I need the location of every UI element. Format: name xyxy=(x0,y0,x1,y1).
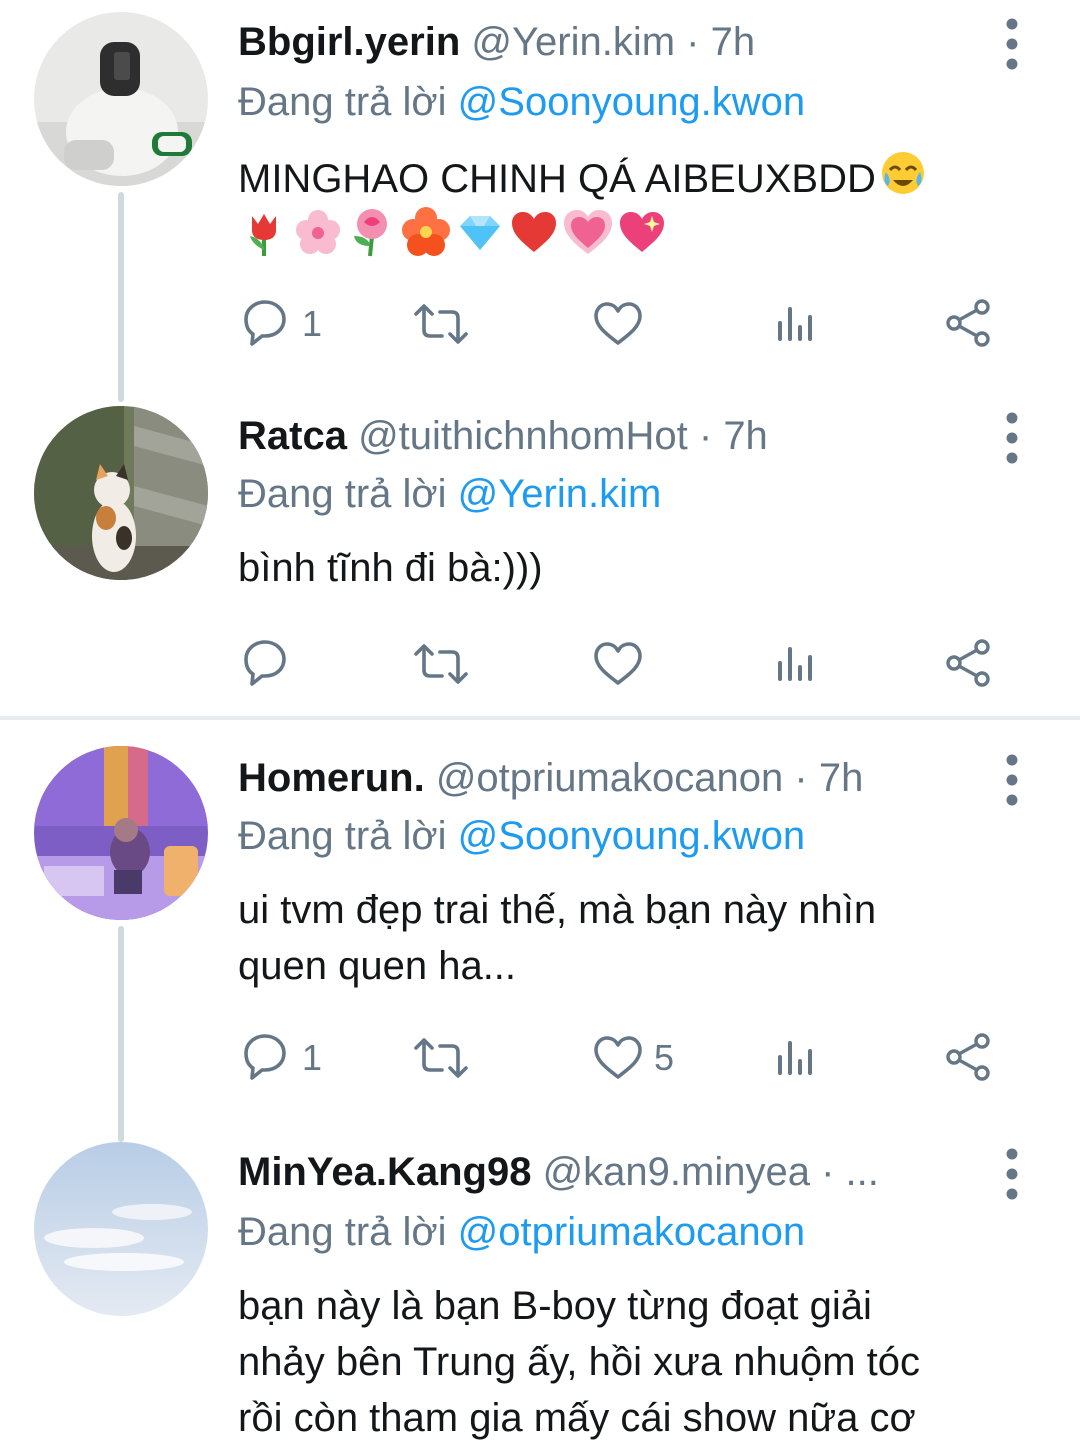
views-icon xyxy=(778,1041,812,1075)
tweet-text-line: ui tvm đẹp trai thế, mà bạn này nhìn xyxy=(238,888,877,932)
more-options-icon[interactable] xyxy=(998,1144,1026,1204)
share-icon xyxy=(946,299,990,347)
like-count: 5 xyxy=(654,1037,675,1078)
retweet-icon xyxy=(414,304,468,344)
more-options-icon[interactable] xyxy=(998,408,1026,468)
more-options-icon[interactable] xyxy=(998,14,1026,74)
share-icon xyxy=(946,639,990,687)
views-button[interactable] xyxy=(772,632,818,696)
avatar[interactable] xyxy=(34,1142,208,1316)
reply-icon xyxy=(244,300,286,346)
share-button[interactable] xyxy=(944,632,994,696)
mention-link[interactable]: @Yerin.kim xyxy=(458,472,662,516)
thread-divider xyxy=(0,716,1080,720)
retweet-icon xyxy=(414,644,468,684)
replying-to: Đang trả lời @Soonyoung.kwon xyxy=(238,806,805,866)
tweet-text-line: bạn này là bạn B-boy từng đoạt giải xyxy=(238,1284,872,1328)
sparkling-heart-emoji xyxy=(620,212,664,252)
separator-dot: · xyxy=(821,1150,835,1194)
views-button[interactable] xyxy=(772,292,818,356)
replying-to: Đang trả lời @otpriumakocanon xyxy=(238,1202,805,1262)
mention-link[interactable]: @Soonyoung.kwon xyxy=(458,814,806,858)
retweet-icon xyxy=(414,1038,468,1078)
views-button[interactable] xyxy=(772,1026,818,1090)
action-bar: 1 xyxy=(238,292,1038,356)
replying-to: Đang trả lời @Soonyoung.kwon xyxy=(238,72,805,132)
tweet-header: Homerun. @otpriumakocanon · 7h xyxy=(238,748,980,808)
mention-link[interactable]: @Soonyoung.kwon xyxy=(458,80,806,124)
share-button[interactable] xyxy=(944,1026,994,1090)
heart-icon xyxy=(594,1036,642,1079)
reply-button[interactable]: 1 xyxy=(238,1026,322,1090)
replying-to-label: Đang trả lời xyxy=(238,80,447,124)
share-icon xyxy=(946,1033,990,1081)
tweet-text-line: rồi còn tham gia mấy cái show nữa cơ xyxy=(238,1396,916,1440)
replying-to: Đang trả lời @Yerin.kim xyxy=(238,464,661,524)
display-name[interactable]: Homerun. xyxy=(238,756,425,800)
views-icon xyxy=(778,647,812,681)
replying-to-label: Đang trả lời xyxy=(238,1210,447,1254)
crying-face-emoji xyxy=(878,148,928,213)
thread-connector-line xyxy=(118,926,124,1142)
reply-count: 1 xyxy=(302,1037,323,1078)
views-icon xyxy=(778,307,812,341)
display-name[interactable]: Bbgirl.yerin xyxy=(238,20,460,64)
tweet-header: Bbgirl.yerin @Yerin.kim · 7h xyxy=(238,12,980,72)
more-options-icon[interactable] xyxy=(998,750,1026,810)
action-bar xyxy=(238,632,1038,696)
display-name[interactable]: Ratca xyxy=(238,414,347,458)
user-handle[interactable]: @otpriumakocanon xyxy=(436,756,783,800)
tweet-text-line: quen quen ha... xyxy=(238,944,517,988)
avatar[interactable] xyxy=(34,12,208,186)
tulip-emoji xyxy=(250,214,276,256)
red-heart-emoji xyxy=(512,212,556,252)
action-bar: 1 5 xyxy=(238,1026,1038,1090)
retweet-button[interactable] xyxy=(410,1026,472,1090)
avatar[interactable] xyxy=(34,746,208,920)
separator-dot: · xyxy=(686,20,700,64)
tweet-text: bình tĩnh đi bà:))) xyxy=(238,546,543,590)
heart-icon xyxy=(594,642,642,685)
rose-emoji xyxy=(354,209,387,257)
tweet-header: Ratca @tuithichnhomHot · 7h xyxy=(238,406,980,466)
retweet-button[interactable] xyxy=(410,632,472,696)
emoji-row xyxy=(238,204,668,260)
reply-button[interactable]: 1 xyxy=(238,292,322,356)
replying-to-label: Đang trả lời xyxy=(238,472,447,516)
avatar[interactable] xyxy=(34,406,208,580)
timestamp[interactable]: 7h xyxy=(819,756,864,800)
user-handle[interactable]: @tuithichnhomHot xyxy=(358,414,688,458)
reply-button[interactable] xyxy=(238,632,302,696)
retweet-button[interactable] xyxy=(410,292,472,356)
reply-icon xyxy=(244,1034,286,1080)
tweet-text: ui tvm đẹp trai thế, mà bạn này nhìn que… xyxy=(238,882,1038,994)
timestamp[interactable]: 7h xyxy=(711,20,756,64)
tweet-text-line: nhảy bên Trung ấy, hồi xưa nhuộm tóc xyxy=(238,1340,921,1384)
cherry-blossom-emoji xyxy=(296,210,340,254)
user-handle[interactable]: @Yerin.kim xyxy=(471,20,675,64)
hibiscus-emoji xyxy=(402,207,450,256)
mention-link[interactable]: @otpriumakocanon xyxy=(458,1210,805,1254)
reply-count: 1 xyxy=(302,303,323,344)
like-button[interactable]: 5 xyxy=(592,1026,674,1090)
like-button[interactable] xyxy=(592,632,644,696)
like-button[interactable] xyxy=(592,292,644,356)
growing-heart-emoji xyxy=(564,210,612,254)
timestamp[interactable]: ... xyxy=(846,1150,879,1194)
tweet-header: MinYea.Kang98 @kan9.minyea · ... xyxy=(238,1142,980,1202)
tweet-text: bạn này là bạn B-boy từng đoạt giải nhảy… xyxy=(238,1278,1038,1446)
user-handle[interactable]: @kan9.minyea xyxy=(543,1150,810,1194)
heart-icon xyxy=(594,302,642,345)
timestamp[interactable]: 7h xyxy=(723,414,768,458)
separator-dot: · xyxy=(794,756,808,800)
separator-dot: · xyxy=(698,414,713,458)
gem-emoji xyxy=(460,216,500,250)
thread-connector-line xyxy=(118,192,124,402)
tweet-text-content: MINGHAO CHINH QÁ AIBEUXBDD xyxy=(238,157,876,201)
share-button[interactable] xyxy=(944,292,994,356)
display-name[interactable]: MinYea.Kang98 xyxy=(238,1150,531,1194)
reply-icon xyxy=(244,640,286,686)
replying-to-label: Đang trả lời xyxy=(238,814,447,858)
